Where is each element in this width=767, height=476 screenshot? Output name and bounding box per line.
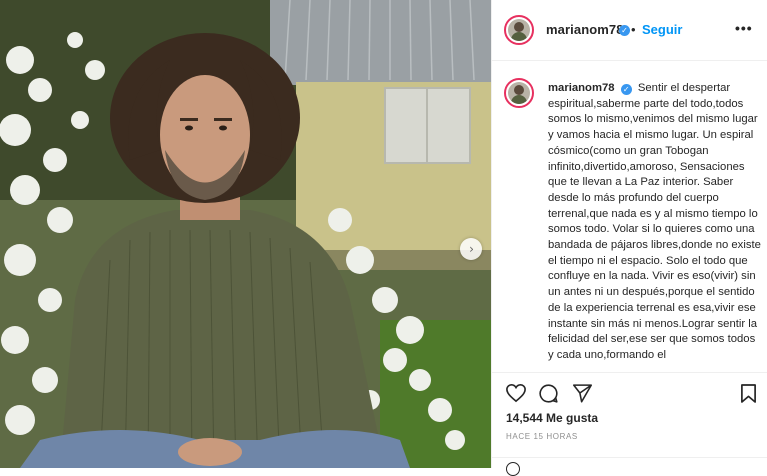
follow-button[interactable]: Seguir — [642, 22, 682, 37]
chevron-right-icon: › — [469, 242, 474, 256]
post-timestamp[interactable]: HACE 15 HORAS — [506, 432, 578, 441]
post-header: marianom78 ✓ • Seguir ••• — [492, 0, 767, 61]
caption-verified-badge-icon: ✓ — [620, 84, 632, 95]
likes-count[interactable]: 14,544 Me gusta — [506, 411, 598, 425]
post-caption: marianom78 ✓ Sentir el despertar espirit… — [548, 81, 763, 364]
post-photo[interactable]: › — [0, 0, 491, 468]
avatar[interactable] — [504, 15, 534, 45]
more-options-icon[interactable]: ••• — [735, 20, 753, 36]
bookmark-icon[interactable] — [740, 383, 757, 404]
emoji-icon[interactable] — [506, 462, 520, 476]
add-comment-bar[interactable] — [492, 457, 767, 476]
caption-text: Sentir el despertar espiritual,saberme p… — [548, 82, 761, 361]
comment-icon[interactable] — [538, 383, 559, 404]
caption-username[interactable]: marianom78 — [548, 82, 615, 94]
verified-badge-icon: ✓ — [619, 25, 630, 36]
share-icon[interactable] — [572, 383, 593, 403]
post-side-panel: marianom78 ✓ • Seguir ••• marianom78 ✓ S… — [491, 0, 767, 476]
next-image-button[interactable]: › — [460, 238, 482, 260]
separator-dot: • — [631, 22, 636, 37]
portrait-photo — [0, 0, 491, 468]
post-actions: 14,544 Me gusta HACE 15 HORAS — [492, 372, 767, 476]
header-username[interactable]: marianom78 — [546, 22, 624, 37]
caption-avatar[interactable] — [504, 78, 534, 108]
heart-icon[interactable] — [505, 383, 527, 403]
